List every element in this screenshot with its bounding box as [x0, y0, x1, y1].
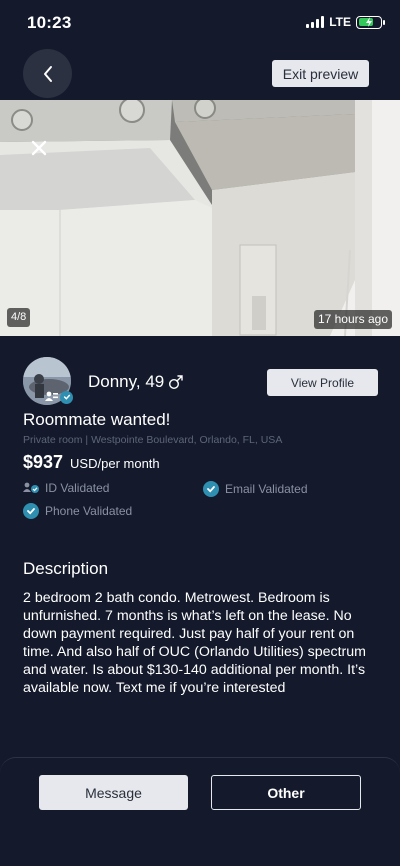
email-validated-label: Email Validated [225, 482, 308, 496]
phone-validated-label: Phone Validated [45, 504, 133, 518]
listing-photo[interactable]: 4/8 17 hours ago [0, 100, 400, 336]
exit-preview-button[interactable]: Exit preview [272, 60, 369, 87]
phone-validated: Phone Validated [23, 503, 132, 519]
price-row: $937 USD/per month [23, 452, 160, 473]
price-unit: USD/per month [70, 456, 160, 471]
price: $937 [23, 452, 64, 472]
profile-name-text: Donny, 49 [88, 372, 165, 391]
posted-age-badge: 17 hours ago [313, 310, 392, 329]
photo-counter: 4/8 [7, 308, 31, 327]
status-bar: 10:23 LTE [0, 0, 400, 46]
battery-icon [356, 15, 385, 29]
profile-name: Donny, 49 [88, 372, 184, 392]
message-button[interactable]: Message [39, 775, 188, 810]
signal-icon [306, 16, 325, 28]
id-card-icon [45, 391, 58, 401]
male-symbol-icon [169, 375, 183, 390]
check-icon [23, 503, 39, 519]
verified-badge [45, 389, 73, 405]
other-button[interactable]: Other [211, 775, 361, 810]
description-body: 2 bedroom 2 bath condo. Metrowest. Bedro… [23, 590, 366, 696]
back-button[interactable] [23, 49, 72, 98]
check-icon [203, 481, 219, 497]
id-validated-label: ID Validated [45, 481, 110, 495]
view-profile-button[interactable]: View Profile [267, 369, 378, 396]
close-icon[interactable] [26, 135, 52, 161]
check-icon [60, 390, 73, 404]
email-validated: Email Validated [203, 481, 308, 497]
listing-title: Roommate wanted! [23, 410, 171, 429]
status-indicators: LTE [306, 15, 385, 29]
washer-dryer-photo [0, 100, 400, 336]
id-validated: ID Validated [23, 481, 109, 495]
chevron-left-icon [43, 65, 52, 82]
action-footer [0, 757, 400, 866]
listing-location: Private room | Westpointe Boulevard, Orl… [23, 434, 283, 446]
network-label: LTE [329, 15, 351, 29]
status-time: 10:23 [27, 13, 72, 32]
description-heading: Description [23, 559, 109, 578]
id-card-icon [23, 482, 39, 493]
